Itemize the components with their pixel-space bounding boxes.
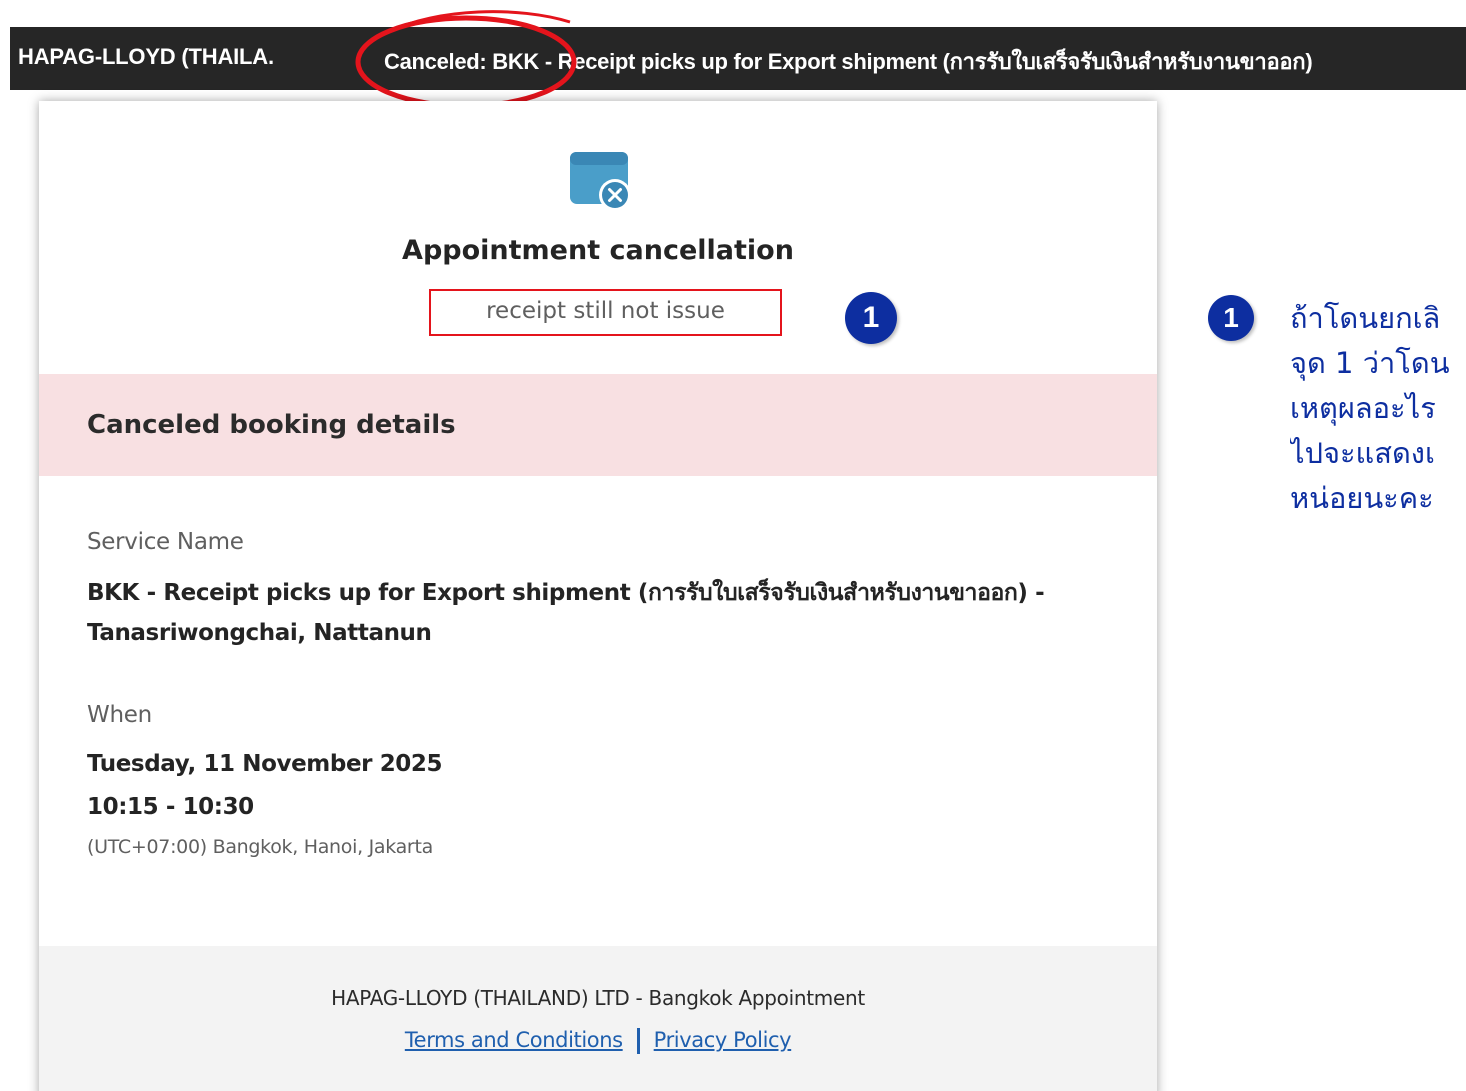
section-heading: Canceled booking details [87,410,456,440]
timezone-value: (UTC+07:00) Bangkok, Hanoi, Jakarta [87,836,433,858]
appointment-title: Appointment cancellation [402,235,794,266]
note-line: หน่อยนะคะ [1290,481,1434,515]
cancellation-reason: receipt still not issue [429,289,782,336]
annotation-note: ถ้าโดนยกเลิ จุด 1 ว่าโดน เหตุผลอะไร ไปจะ… [1290,296,1466,521]
when-label: When [87,702,152,728]
annotation-badge-inline: 1 [845,292,897,344]
terms-link[interactable]: Terms and Conditions [405,1028,623,1052]
screenshot-stage: HAPAG-LLOYD (THAILA. Canceled: BKK - Rec… [0,0,1466,1091]
footer-links: Terms and Conditions Privacy Policy [39,1028,1157,1054]
note-line: เหตุผลอะไร [1290,391,1436,425]
email-subject[interactable]: Canceled: BKK - Receipt picks up for Exp… [384,44,1313,79]
email-footer: HAPAG-LLOYD (THAILAND) LTD - Bangkok App… [39,946,1157,1091]
canceled-details-band: Canceled booking details [39,374,1157,476]
service-name-value: BKK - Receipt picks up for Export shipme… [87,580,1045,646]
sender-name: HAPAG-LLOYD (THAILA. [18,44,274,69]
time-value: 10:15 - 10:30 [87,794,254,820]
calendar-cancel-icon [570,152,631,211]
service-name-label: Service Name [87,529,244,555]
date-value: Tuesday, 11 November 2025 [87,751,443,777]
email-header-bar: HAPAG-LLOYD (THAILA. Canceled: BKK - Rec… [10,27,1466,90]
link-divider [636,1028,640,1054]
note-line: ถ้าโดนยกเลิ [1290,301,1441,335]
privacy-link[interactable]: Privacy Policy [654,1028,792,1052]
email-card: Appointment cancellation receipt still n… [39,101,1157,1091]
note-line: จุด 1 ว่าโดน [1290,346,1450,380]
note-line: ไปจะแสดงเ [1290,436,1435,470]
annotation-badge-note: 1 [1208,295,1254,341]
footer-org-name: HAPAG-LLOYD (THAILAND) LTD - Bangkok App… [331,986,865,1010]
